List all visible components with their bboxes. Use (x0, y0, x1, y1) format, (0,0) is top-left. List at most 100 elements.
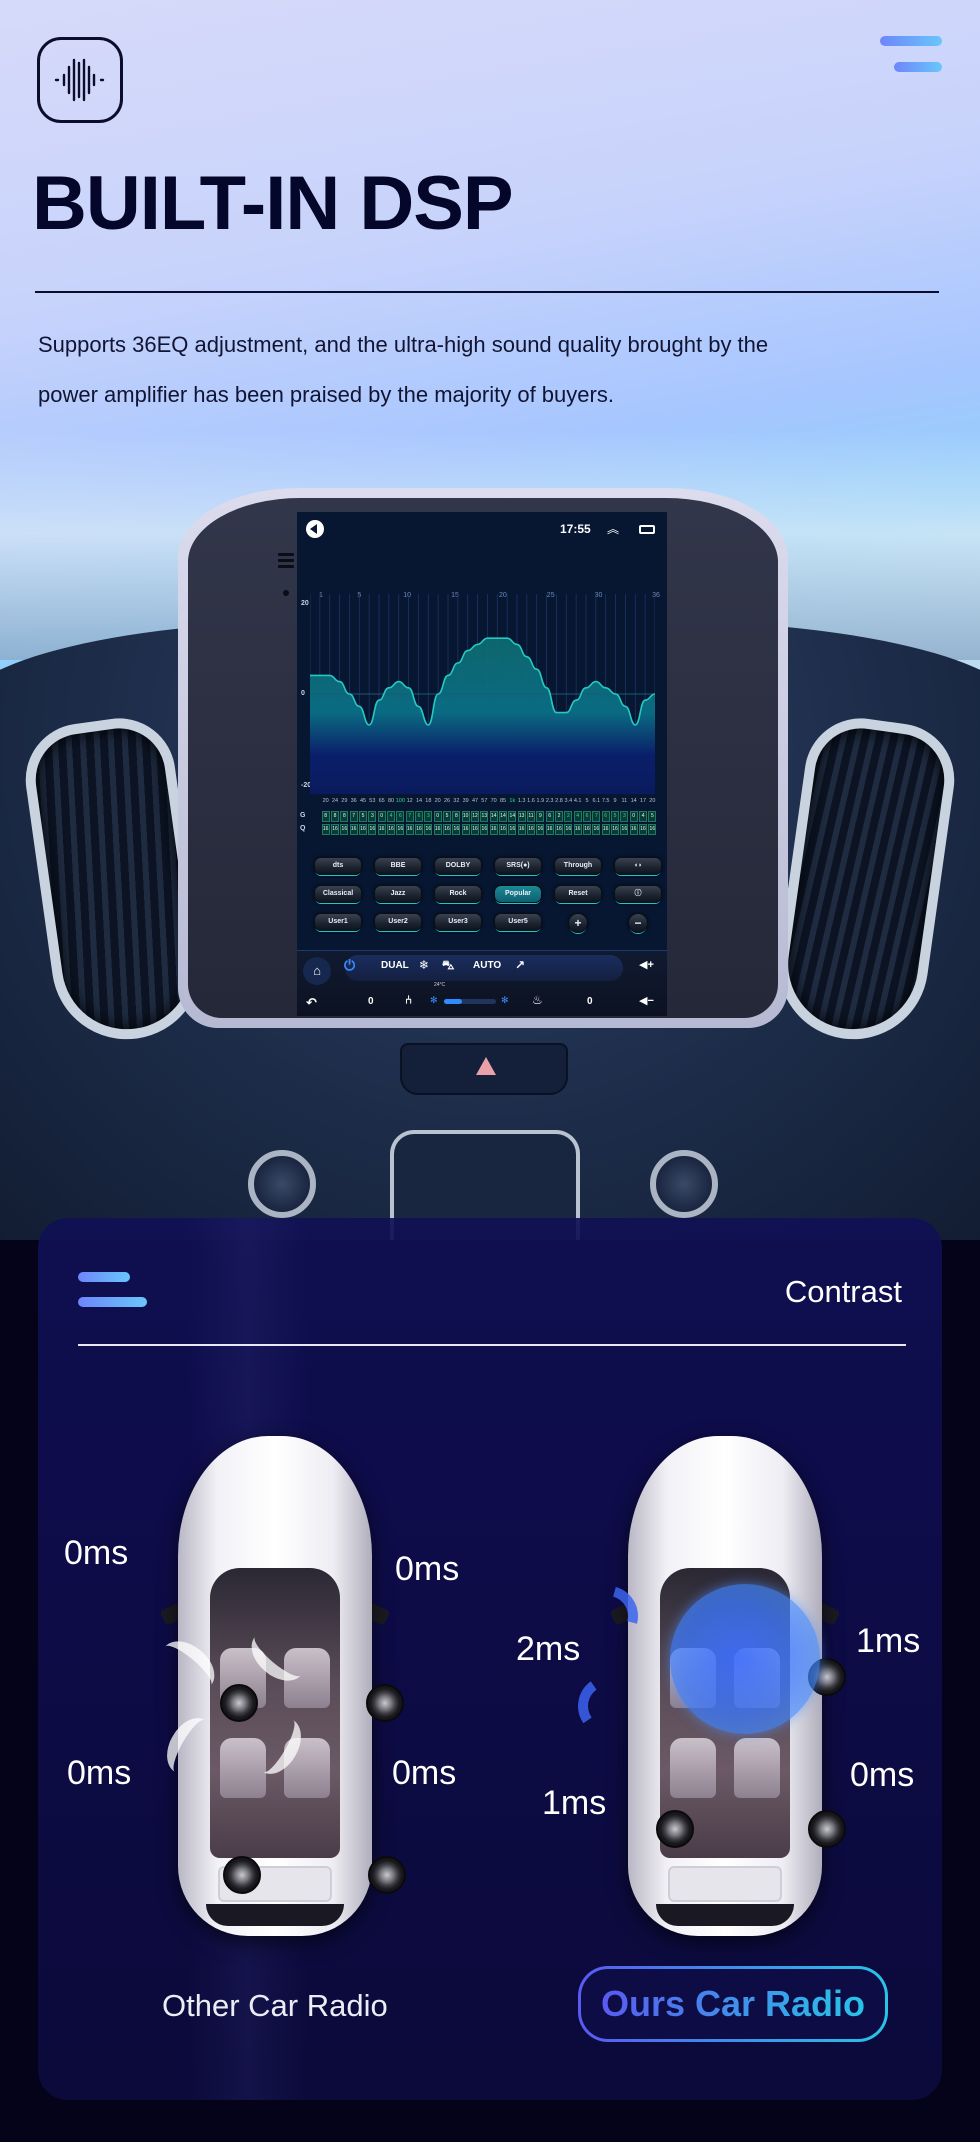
back-circle-icon[interactable] (306, 520, 324, 538)
snowflake-icon[interactable]: ❄ (419, 958, 429, 972)
eq-gain-cell[interactable]: 6 (415, 811, 423, 822)
seat-airflow-icon[interactable]: ↗ (515, 958, 525, 972)
eq-q-cell[interactable]: 16 (359, 824, 367, 835)
dual-button[interactable]: DUAL (381, 960, 409, 971)
eq-q-cell[interactable]: 16 (648, 824, 657, 835)
eq-gain-cell[interactable]: 7 (592, 811, 601, 822)
eq-q-cell[interactable]: 16 (433, 824, 442, 835)
eq-gain-cell[interactable]: 3 (620, 811, 629, 822)
eq-preset-button-[interactable]: − (628, 913, 648, 933)
eq-q-cell[interactable]: 16 (573, 824, 582, 835)
eq-q-cell[interactable]: 16 (461, 824, 470, 835)
eq-preset-button-dolby[interactable]: DOLBY (434, 857, 482, 875)
eq-q-cell[interactable]: 16 (424, 824, 433, 835)
eq-q-cell[interactable]: 16 (331, 824, 339, 835)
eq-q-cell[interactable]: 16 (517, 824, 526, 835)
eq-gain-cell[interactable]: 7 (349, 811, 358, 822)
fan-low-icon[interactable]: ✻ (430, 995, 438, 1006)
eq-q-cell[interactable]: 16 (405, 824, 414, 835)
eq-gain-cell[interactable]: 3 (368, 811, 377, 822)
eq-gain-cell[interactable]: 6 (601, 811, 610, 822)
eq-gain-cell[interactable]: 14 (508, 811, 517, 822)
eq-q-cell[interactable]: 16 (601, 824, 610, 835)
eq-gain-cell[interactable]: 10 (461, 811, 470, 822)
eq-gain-cell[interactable]: 14 (499, 811, 507, 822)
eq-q-cell[interactable]: 16 (340, 824, 349, 835)
eq-q-cell[interactable]: 16 (592, 824, 601, 835)
eq-q-cell[interactable]: 16 (508, 824, 517, 835)
eq-q-cell[interactable]: 16 (629, 824, 638, 835)
eq-preset-button-user5[interactable]: User5 (494, 913, 542, 931)
eq-q-cell[interactable]: 16 (321, 824, 330, 835)
eq-q-cell[interactable]: 16 (396, 824, 405, 835)
eq-gain-cell[interactable]: 0 (433, 811, 442, 822)
eq-preset-button-through[interactable]: Through (554, 857, 602, 875)
eq-gain-cell[interactable]: 8 (452, 811, 461, 822)
volume-down-button[interactable]: ◀− (639, 994, 654, 1007)
recents-icon[interactable] (639, 525, 655, 534)
double-chevron-up-icon[interactable]: ︽ (607, 520, 619, 537)
fan-high-icon[interactable]: ✻ (501, 995, 509, 1006)
eq-q-cell[interactable]: 16 (415, 824, 423, 835)
eq-q-cell[interactable]: 16 (349, 824, 358, 835)
eq-preset-button-classical[interactable]: Classical (314, 885, 362, 903)
eq-gain-cell[interactable]: 2 (555, 811, 563, 822)
eq-q-cell[interactable]: 16 (527, 824, 535, 835)
eq-gain-cell[interactable]: 4 (639, 811, 647, 822)
eq-preset-button-popular[interactable]: Popular (494, 885, 542, 903)
eq-gain-cell[interactable]: 0 (377, 811, 386, 822)
eq-curve-chart[interactable] (310, 594, 655, 794)
eq-gain-cell[interactable]: 11 (527, 811, 535, 822)
eq-gain-cell[interactable]: 9 (536, 811, 545, 822)
eq-gain-cell[interactable]: 4 (387, 811, 395, 822)
eq-q-cell[interactable]: 16 (471, 824, 479, 835)
eq-gain-cell[interactable]: 0 (629, 811, 638, 822)
power-icon[interactable]: ⏻ (344, 957, 355, 974)
eq-preset-button-user1[interactable]: User1 (314, 913, 362, 931)
eq-q-cell[interactable]: 16 (443, 824, 451, 835)
eq-q-cell[interactable]: 16 (639, 824, 647, 835)
eq-q-cell[interactable]: 16 (545, 824, 554, 835)
eq-gain-cell[interactable]: 14 (489, 811, 498, 822)
eq-q-cell[interactable]: 16 (611, 824, 619, 835)
eq-gain-cell[interactable]: 5 (611, 811, 619, 822)
eq-gain-cell[interactable]: 2 (564, 811, 573, 822)
ours-car-radio-button[interactable]: Ours Car Radio (578, 1966, 888, 2042)
eq-q-cell[interactable]: 16 (452, 824, 461, 835)
eq-preset-button-user3[interactable]: User3 (434, 913, 482, 931)
eq-gain-cell[interactable]: 6 (396, 811, 405, 822)
fan-speed-slider[interactable] (444, 999, 496, 1004)
eq-preset-button-[interactable]: + (568, 913, 588, 933)
eq-gain-cell[interactable]: 5 (443, 811, 451, 822)
eq-q-cell[interactable]: 16 (368, 824, 377, 835)
eq-q-cell[interactable]: 16 (489, 824, 498, 835)
eq-preset-button-srs[interactable]: SRS(●) (494, 857, 542, 875)
eq-q-cell[interactable]: 16 (555, 824, 563, 835)
back-arrow-icon[interactable]: ↶ (306, 995, 317, 1011)
eq-q-cell[interactable]: 16 (564, 824, 573, 835)
volume-up-button[interactable]: ◀+ (639, 958, 654, 971)
seat-icon[interactable]: ⑃ (405, 993, 412, 1007)
eq-q-cell[interactable]: 16 (583, 824, 591, 835)
eq-gain-cell[interactable]: 13 (517, 811, 526, 822)
eq-q-cell[interactable]: 16 (377, 824, 386, 835)
eq-gain-cell[interactable]: 6 (583, 811, 591, 822)
eq-gain-cell[interactable]: 13 (480, 811, 489, 822)
eq-preset-button-jazz[interactable]: Jazz (374, 885, 422, 903)
eq-q-cell[interactable]: 16 (536, 824, 545, 835)
eq-preset-button-[interactable]: ⓘ (614, 885, 662, 903)
auto-button[interactable]: AUTO (473, 960, 501, 971)
eq-gain-cell[interactable]: 6 (545, 811, 554, 822)
eq-gain-cell[interactable]: 5 (648, 811, 657, 822)
eq-preset-button-user2[interactable]: User2 (374, 913, 422, 931)
car-recirculation-icon[interactable]: ⛍ (442, 958, 454, 974)
home-icon[interactable]: ⌂ (303, 957, 331, 985)
eq-gain-cell[interactable]: 12 (471, 811, 479, 822)
eq-preset-button-dts[interactable]: dts (314, 857, 362, 875)
eq-gain-cell[interactable]: 7 (405, 811, 414, 822)
eq-preset-button-rock[interactable]: Rock (434, 885, 482, 903)
eq-gain-cell[interactable]: 4 (573, 811, 582, 822)
eq-gain-cell[interactable]: 5 (359, 811, 367, 822)
eq-gain-cell[interactable]: 8 (331, 811, 339, 822)
eq-preset-button-[interactable]: ◖◗ (614, 857, 662, 875)
